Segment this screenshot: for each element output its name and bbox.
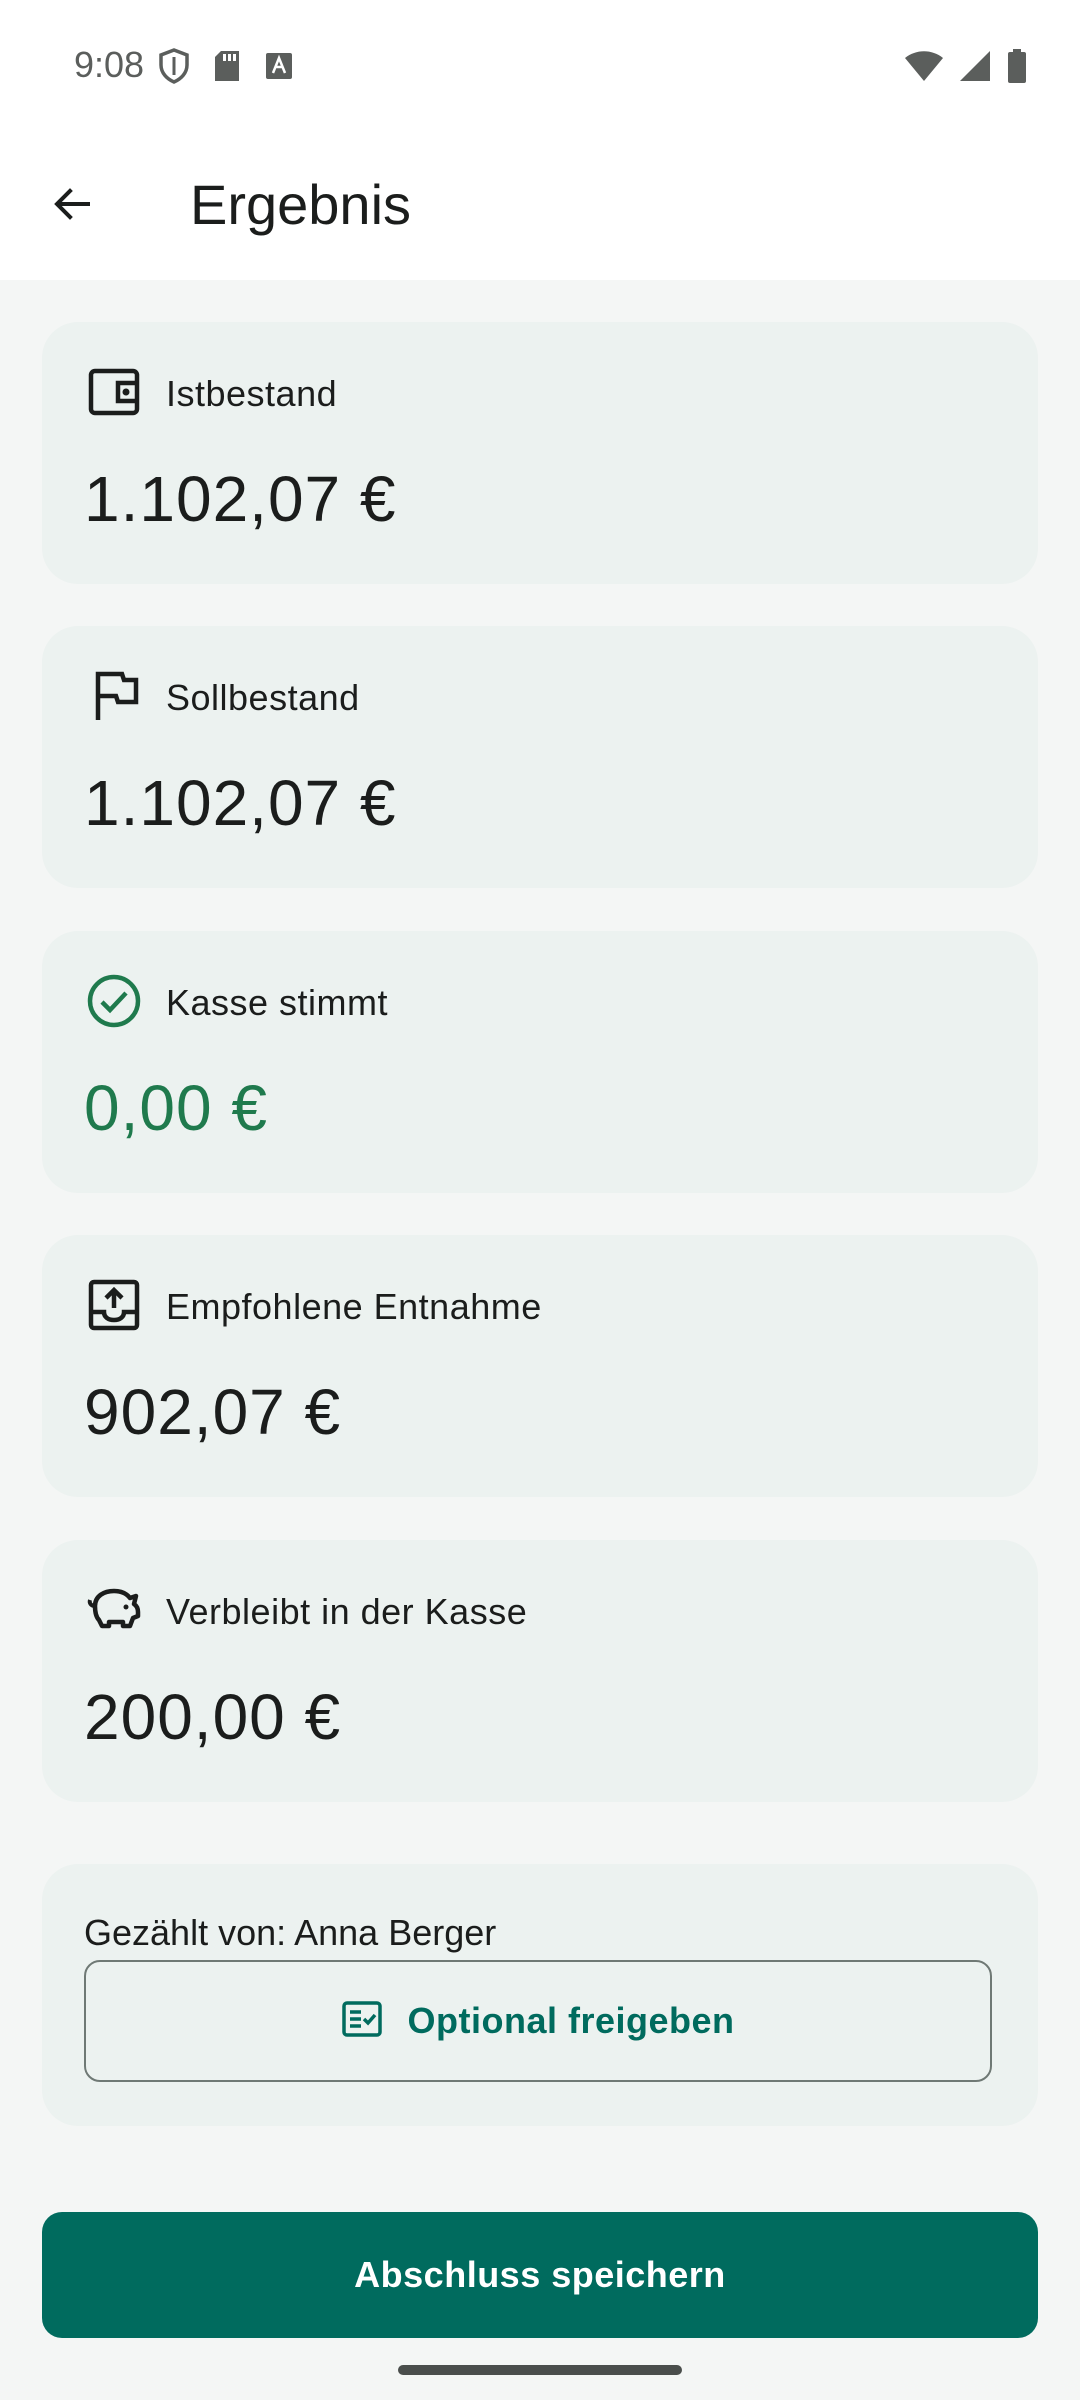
status-left-icons <box>158 48 294 89</box>
card-header: Empfohlene Entnahme <box>86 1279 542 1335</box>
arrow-back-icon <box>48 180 96 233</box>
shield-icon <box>158 48 190 89</box>
app-bar: Ergebnis <box>0 130 1080 280</box>
card-sollbestand: Sollbestand 1.102,07 € <box>42 626 1038 888</box>
card-label: Istbestand <box>166 373 338 414</box>
flag-icon <box>86 668 142 729</box>
card-label: Sollbestand <box>166 677 360 718</box>
card-value: 1.102,07 € <box>84 463 397 535</box>
card-label: Empfohlene Entnahme <box>166 1286 542 1327</box>
status-bar: 9:08 <box>0 0 1080 130</box>
card-istbestand: Istbestand 1.102,07 € <box>42 322 1038 584</box>
card-verbleibt-in-der-kasse: Verbleibt in der Kasse 200,00 € <box>42 1540 1038 1802</box>
card-header: Kasse stimmt <box>86 973 389 1034</box>
card-label: Verbleibt in der Kasse <box>166 1591 528 1632</box>
signal-icon <box>958 49 992 88</box>
card-value: 200,00 € <box>84 1681 342 1753</box>
wifi-icon <box>904 49 944 88</box>
counted-by-card: Gezählt von: Anna Berger Optional freige… <box>42 1864 1038 2126</box>
wallet-icon <box>86 364 142 425</box>
check-circle-icon <box>86 973 142 1034</box>
checklist-icon <box>341 1998 383 2045</box>
piggy-bank-icon <box>86 1582 142 1643</box>
page-title: Ergebnis <box>190 173 412 236</box>
optional-release-label: Optional freigeben <box>407 2000 735 2041</box>
back-button[interactable] <box>36 170 108 242</box>
keyboard-a-icon <box>264 51 294 86</box>
optional-release-button[interactable]: Optional freigeben <box>84 1960 992 2082</box>
card-empfohlene-entnahme: Empfohlene Entnahme 902,07 € <box>42 1235 1038 1497</box>
status-right-icons <box>904 48 1028 89</box>
card-value: 902,07 € <box>84 1376 342 1448</box>
card-header: Verbleibt in der Kasse <box>86 1584 527 1640</box>
card-header: Istbestand <box>86 366 337 422</box>
card-kasse-stimmt: Kasse stimmt 0,00 € <box>42 931 1038 1193</box>
card-value: 0,00 € <box>84 1072 268 1144</box>
card-label: Kasse stimmt <box>166 982 389 1023</box>
save-closing-label: Abschluss speichern <box>354 2254 726 2295</box>
sd-card-icon <box>212 49 242 88</box>
counted-by-text: Gezählt von: Anna Berger <box>84 1912 497 1953</box>
card-header: Sollbestand <box>86 670 360 726</box>
status-time: 9:08 <box>74 44 145 85</box>
outbox-icon <box>86 1277 142 1338</box>
home-indicator[interactable] <box>398 2365 682 2375</box>
battery-icon <box>1006 48 1028 89</box>
save-closing-button[interactable]: Abschluss speichern <box>42 2212 1038 2338</box>
card-value: 1.102,07 € <box>84 767 397 839</box>
